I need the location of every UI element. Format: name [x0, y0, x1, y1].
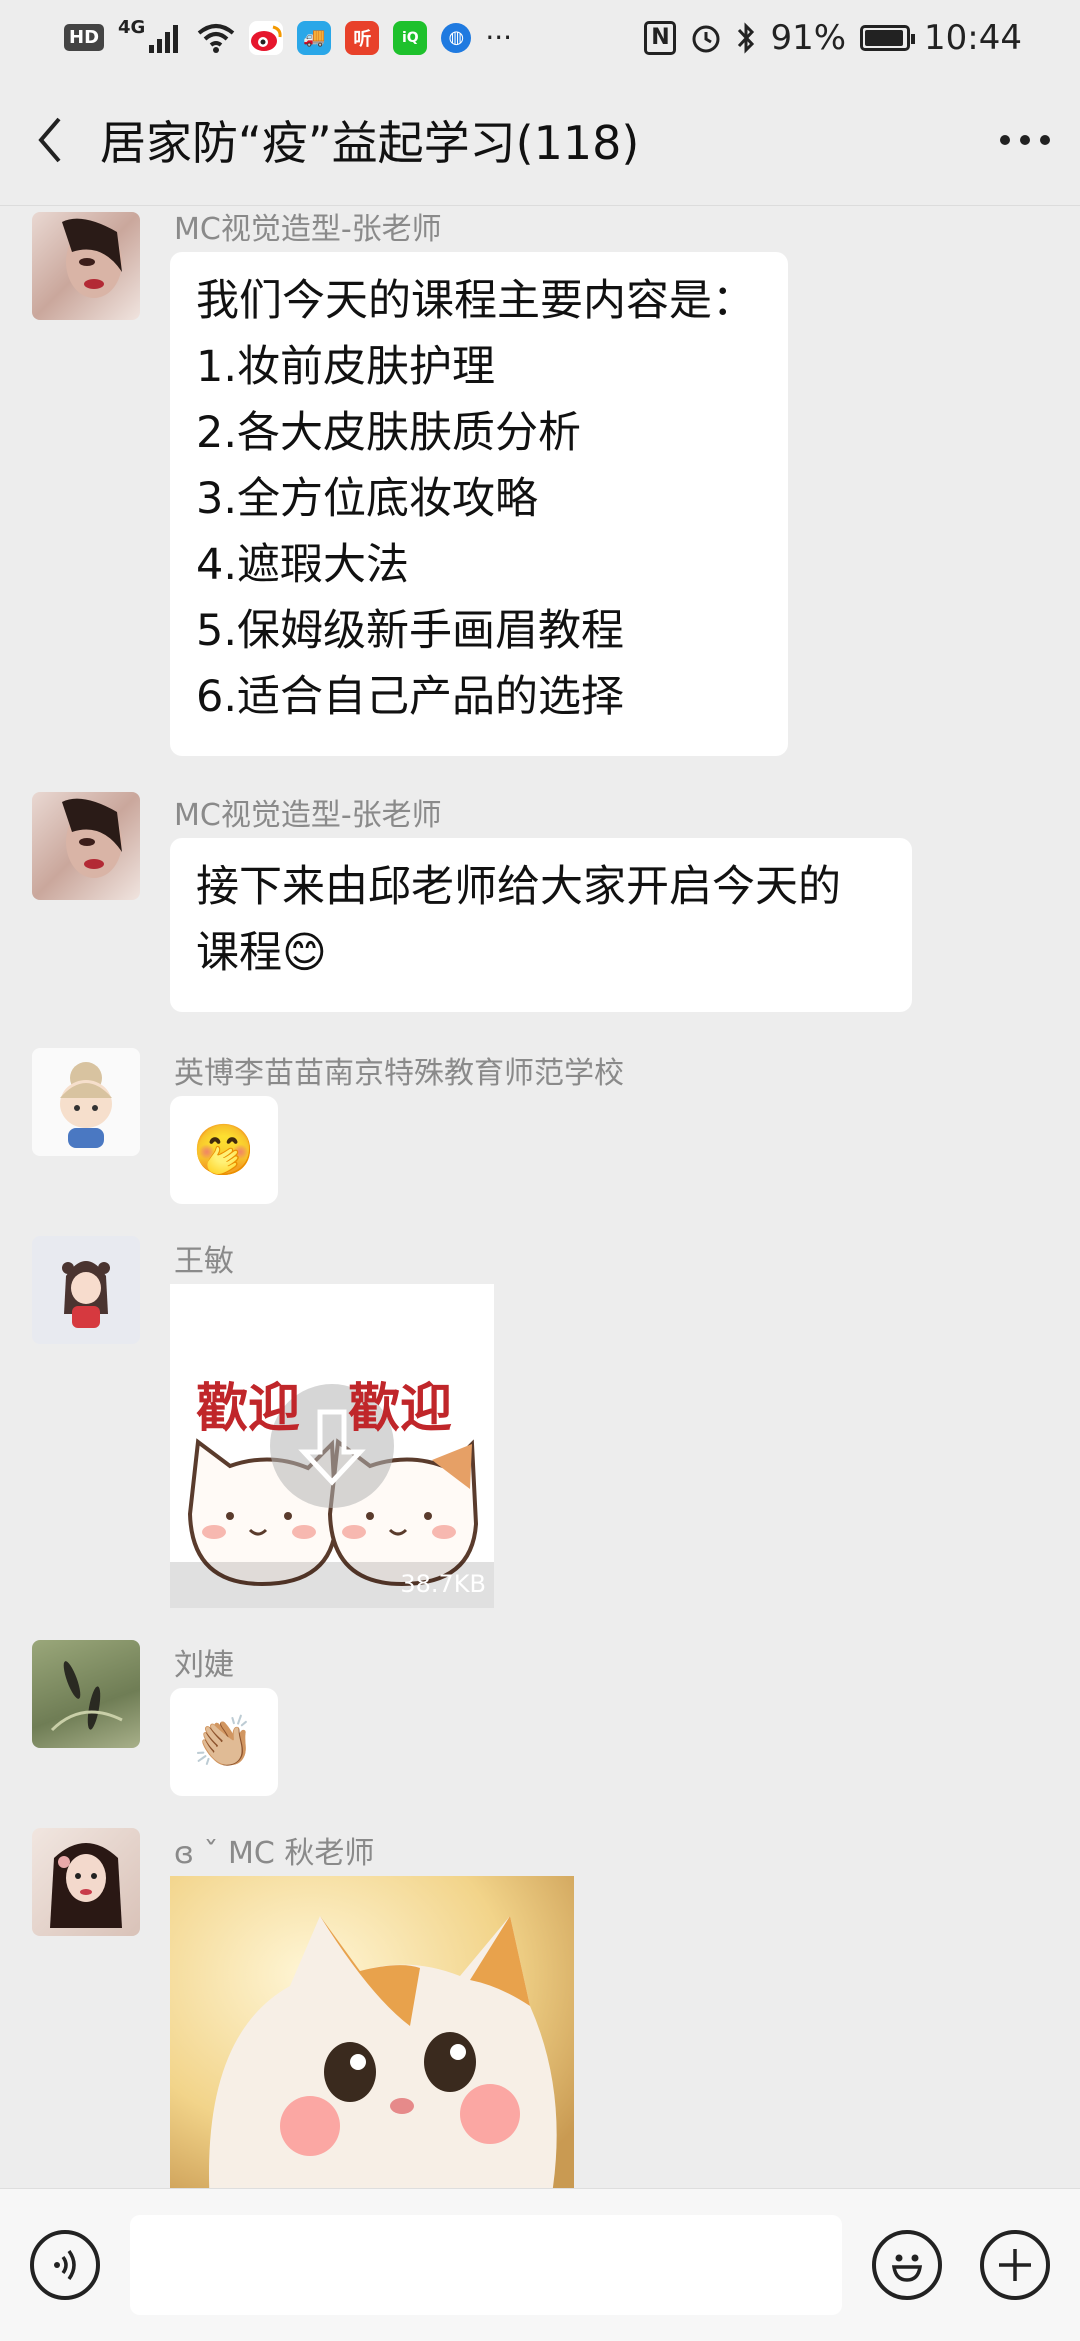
- plus-icon: [999, 2249, 1031, 2281]
- more-dots-icon: [1000, 135, 1050, 145]
- voice-icon: [54, 2249, 76, 2281]
- message-item: ɞ ˇ MC 秋老师: [0, 1820, 1080, 2188]
- chevron-left-icon: [38, 117, 61, 163]
- hd-icon: HD: [64, 24, 105, 51]
- emoji-icon: [891, 2254, 923, 2282]
- message-line: 5.保姆级新手画眉教程: [196, 606, 625, 656]
- sender-name: ɞ ˇ MC 秋老师: [174, 1836, 375, 1871]
- avatar[interactable]: [32, 212, 140, 320]
- status-more: ···: [485, 21, 513, 54]
- weibo-icon: [249, 20, 284, 55]
- sender-name: 王敏: [174, 1244, 234, 1279]
- message-input[interactable]: [130, 2215, 842, 2315]
- message-item: 英博李苗苗南京特殊教育师范学校 🤭: [0, 1040, 1080, 1210]
- signal-icon: [149, 24, 179, 53]
- avatar[interactable]: [32, 792, 140, 900]
- emoji: 👏🏼: [192, 1713, 256, 1771]
- sender-name: 刘婕: [174, 1648, 234, 1683]
- battery-icon: [860, 24, 916, 51]
- clock: 10:44: [924, 17, 1022, 58]
- message-item: 刘婕 👏🏼: [0, 1632, 1080, 1802]
- message-line: 4.遮瑕大法: [196, 540, 410, 590]
- message-line: 接下来由邱老师给大家开启今天的: [196, 862, 841, 912]
- nfc-icon: N: [644, 20, 677, 55]
- sender-name: 英博李苗苗南京特殊教育师范学校: [174, 1056, 624, 1091]
- message-item: MC视觉造型-张老师 接下来由邱老师给大家开启今天的 课程😊: [0, 782, 1080, 1022]
- message-bubble[interactable]: 🤭: [170, 1096, 278, 1204]
- message-line: 2.各大皮肤肤质分析: [196, 408, 582, 458]
- browser-icon: ◍: [441, 22, 472, 53]
- emoji: 🤭: [192, 1121, 256, 1179]
- back-button[interactable]: [0, 75, 100, 205]
- avatar[interactable]: [32, 1828, 140, 1936]
- image-message[interactable]: [170, 1876, 574, 2188]
- input-bar: [0, 2188, 1080, 2341]
- avatar[interactable]: [32, 1640, 140, 1748]
- image-size: 38.7KB: [400, 1570, 486, 1598]
- voice-button[interactable]: [30, 2230, 100, 2300]
- status-bar: HD 4G 🚚 听 iQ ◍ ··· N 91% 10:44: [0, 0, 1080, 75]
- emoji-button[interactable]: [872, 2230, 942, 2300]
- battery-percent: 91%: [770, 17, 847, 58]
- network-type: 4G: [118, 17, 146, 38]
- status-left: HD 4G 🚚 听 iQ ◍ ···: [64, 17, 513, 55]
- alarm-icon: [692, 25, 720, 52]
- message-item: MC视觉造型-张老师 我们今天的课程主要内容是： 1.妆前皮肤护理 2.各大皮肤…: [0, 206, 1080, 836]
- image-caption-right: 歡迎: [348, 1378, 453, 1439]
- more-options-button[interactable]: [970, 75, 1080, 205]
- car-app-icon: 🚚: [297, 20, 332, 55]
- iqiyi-icon: iQ: [393, 20, 428, 55]
- message-line: 我们今天的课程主要内容是：: [196, 276, 755, 326]
- message-bubble[interactable]: 我们今天的课程主要内容是： 1.妆前皮肤护理 2.各大皮肤肤质分析 3.全方位底…: [170, 252, 788, 756]
- message-line: 课程😊: [196, 928, 327, 978]
- message-line: 3.全方位底妆攻略: [196, 474, 539, 524]
- bluetooth-icon: [738, 21, 755, 54]
- wifi-icon: [198, 23, 235, 53]
- message-line: 6.适合自己产品的选择: [196, 672, 625, 722]
- image-caption-left: 歡迎: [196, 1378, 301, 1439]
- chat-header: 居家防“疫”益起学习(118): [0, 75, 1080, 206]
- chat-messages[interactable]: MC视觉造型-张老师 我们今天的课程主要内容是： 1.妆前皮肤护理 2.各大皮肤…: [0, 206, 1080, 2188]
- status-right: N 91% 10:44: [644, 18, 1022, 58]
- message-line: 1.妆前皮肤护理: [196, 342, 496, 392]
- message-bubble[interactable]: 👏🏼: [170, 1688, 278, 1796]
- plus-button[interactable]: [980, 2230, 1050, 2300]
- avatar[interactable]: [32, 1048, 140, 1156]
- message-bubble[interactable]: 接下来由邱老师给大家开启今天的 课程😊: [170, 838, 912, 1012]
- image-message[interactable]: 歡迎 歡迎 38.7KB: [170, 1284, 494, 1608]
- sender-name: MC视觉造型-张老师: [174, 212, 442, 247]
- avatar[interactable]: [32, 1236, 140, 1344]
- message-item: 王敏 歡迎 歡迎 38.7KB: [0, 1228, 1080, 1628]
- sender-name: MC视觉造型-张老师: [174, 798, 442, 833]
- ting-app-icon: 听: [345, 20, 380, 55]
- chat-title: 居家防“疫”益起学习(118): [100, 116, 640, 170]
